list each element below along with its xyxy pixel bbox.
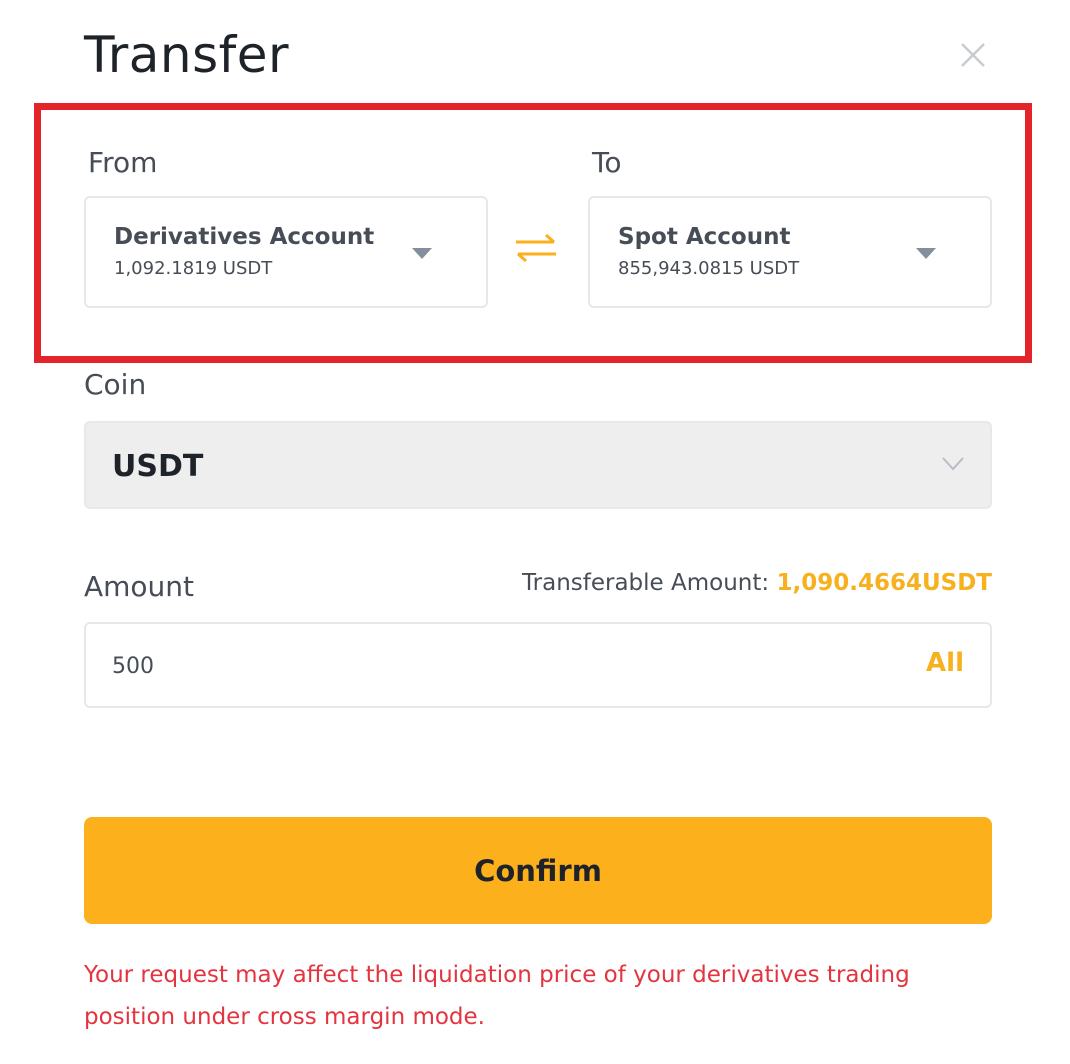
to-label: To <box>592 146 622 179</box>
amount-label: Amount <box>84 570 195 603</box>
amount-field: All <box>84 622 992 708</box>
all-button[interactable]: All <box>926 648 964 678</box>
to-account-balance: 855,943.0815 USDT <box>618 258 800 279</box>
transferable-amount-value: 1,090.4664USDT <box>776 570 992 596</box>
caret-down-icon <box>412 248 432 259</box>
dialog-title: Transfer <box>84 26 290 84</box>
transfer-dialog: Transfer From To Derivatives Account 1,0… <box>0 0 1070 1064</box>
coin-selected-value: USDT <box>112 449 204 484</box>
from-account-balance: 1,092.1819 USDT <box>114 258 273 279</box>
chevron-down-icon <box>942 457 964 471</box>
coin-label: Coin <box>84 368 147 401</box>
from-account-name: Derivatives Account <box>114 224 375 250</box>
to-account-name: Spot Account <box>618 224 791 250</box>
from-account-select[interactable]: Derivatives Account 1,092.1819 USDT <box>84 196 488 308</box>
swap-arrows-icon[interactable] <box>512 230 560 266</box>
transferable-amount: Transferable Amount: 1,090.4664USDT <box>522 570 992 596</box>
to-account-select[interactable]: Spot Account 855,943.0815 USDT <box>588 196 992 308</box>
coin-select[interactable]: USDT <box>84 421 992 509</box>
warning-message: Your request may affect the liquidation … <box>84 962 910 1030</box>
close-icon[interactable] <box>956 38 990 72</box>
caret-down-icon <box>916 248 936 259</box>
from-label: From <box>88 146 158 179</box>
transferable-amount-label: Transferable Amount: <box>521 570 777 596</box>
amount-input[interactable] <box>112 646 812 686</box>
confirm-button[interactable]: Confirm <box>84 817 992 924</box>
